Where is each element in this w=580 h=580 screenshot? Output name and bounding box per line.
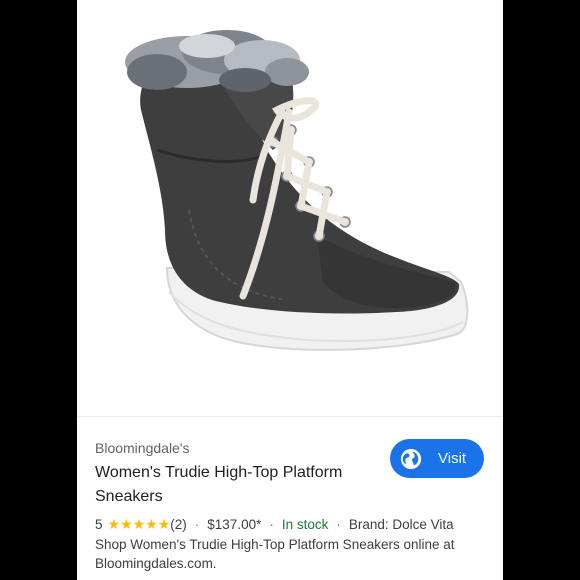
product-image[interactable] xyxy=(77,0,503,412)
visit-button[interactable]: Visit xyxy=(390,439,484,478)
separator: · xyxy=(194,517,200,532)
sneaker-illustration xyxy=(125,30,469,351)
fur-collar xyxy=(125,30,309,92)
price: $137.00* xyxy=(207,517,262,532)
globe-icon xyxy=(400,448,422,469)
separator: · xyxy=(269,517,274,532)
result-meta: 5 ★★★★★ (2) · $137.00* · In stock · Bran… xyxy=(95,516,495,533)
divider xyxy=(77,416,503,417)
shopping-result-card: Bloomingdale's Women's Trudie High-Top P… xyxy=(77,0,503,580)
product-description: Shop Women's Trudie High-Top Platform Sn… xyxy=(95,537,455,571)
visit-label: Visit xyxy=(438,450,467,467)
merchant-name: Bloomingdale's xyxy=(95,440,190,456)
product-title[interactable]: Women's Trudie High-Top Platform Sneaker… xyxy=(95,461,365,509)
star-icon: ★★★★★ xyxy=(107,516,171,532)
rating-value: 5 xyxy=(95,517,103,532)
review-count[interactable]: (2) xyxy=(170,517,187,532)
brand: Brand: Dolce Vita xyxy=(348,517,454,532)
separator: · xyxy=(336,517,341,532)
availability: In stock xyxy=(281,517,329,532)
